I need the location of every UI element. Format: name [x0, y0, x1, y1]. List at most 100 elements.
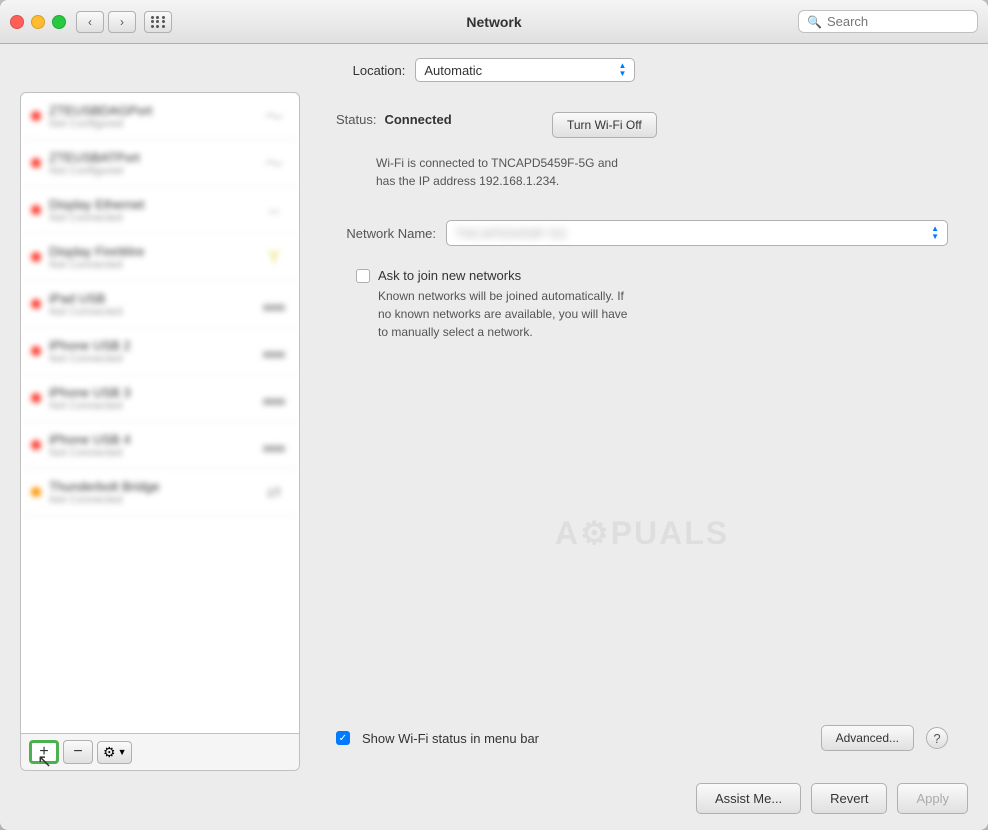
item-name: iPad USB	[49, 291, 251, 306]
status-dot	[31, 440, 41, 450]
list-item[interactable]: Display Ethernet Not Connected ⇔	[21, 187, 299, 234]
item-info: ZTEUSBDAGPort Not Configured	[49, 103, 251, 130]
chevron-down-icon: ▼	[118, 747, 127, 757]
list-item[interactable]: iPad USB Not Connected ▬	[21, 281, 299, 328]
ethernet-icon: ⇔	[259, 195, 289, 225]
show-wifi-label: Show Wi-Fi status in menu bar	[362, 731, 809, 746]
maximize-button[interactable]	[52, 15, 66, 29]
ask-join-label: Ask to join new networks	[378, 268, 521, 283]
status-dot	[31, 252, 41, 262]
item-info: Display FireWire Not Connected	[49, 244, 251, 271]
item-status: Not Connected	[49, 306, 251, 318]
back-button[interactable]: ‹	[76, 11, 104, 33]
wifi-icon: 〜	[259, 101, 289, 131]
ask-join-description: Known networks will be joined automatica…	[316, 283, 968, 351]
status-left: Status: Connected	[336, 112, 536, 127]
status-dot	[31, 487, 41, 497]
status-label: Status:	[336, 112, 376, 127]
main-content: ZTEUSBDAGPort Not Configured 〜 ZTEUSBATP…	[0, 92, 988, 771]
show-wifi-row: ✓ Show Wi-Fi status in menu bar Advanced…	[316, 715, 968, 761]
network-name-value: TNCAPD5459F-5G	[455, 226, 931, 241]
status-dot	[31, 299, 41, 309]
item-name: ZTEUSBDAGPort	[49, 103, 251, 118]
grid-button[interactable]	[144, 11, 172, 33]
status-description: Wi-Fi is connected to TNCAPD5459F-5G and…	[316, 154, 968, 200]
item-info: ZTEUSBATPort Not Configured	[49, 150, 251, 177]
item-name: Thunderbolt Bridge	[49, 479, 251, 494]
location-row: Location: Automatic ▲▼	[0, 44, 988, 92]
window-title: Network	[466, 14, 521, 30]
sidebar-toolbar: + Select the '+' button ↖ − ⚙ ▼	[21, 733, 299, 770]
titlebar: ‹ › Network 🔍	[0, 0, 988, 44]
search-box[interactable]: 🔍	[798, 10, 978, 33]
item-status: Not Connected	[49, 259, 251, 271]
add-btn-wrapper: + Select the '+' button ↖	[29, 740, 59, 764]
item-info: iPad USB Not Connected	[49, 291, 251, 318]
revert-button[interactable]: Revert	[811, 783, 887, 814]
item-info: Display Ethernet Not Connected	[49, 197, 251, 224]
watermark: A⚙PUALS	[316, 351, 968, 715]
item-name: ZTEUSBATPort	[49, 150, 251, 165]
detail-panel: Status: Connected Turn Wi-Fi Off Wi-Fi i…	[316, 92, 968, 771]
item-status: Not Connected	[49, 212, 251, 224]
status-dot	[31, 158, 41, 168]
grid-icon	[151, 16, 166, 28]
iphone-icon: ▬	[259, 430, 289, 460]
item-status: Not Connected	[49, 400, 251, 412]
sidebar-list: ZTEUSBDAGPort Not Configured 〜 ZTEUSBATP…	[21, 93, 299, 733]
network-window: ‹ › Network 🔍 Location: Automatic ▲▼	[0, 0, 988, 830]
list-item[interactable]: Thunderbolt Bridge Not Connected ⇄	[21, 469, 299, 516]
wifi-icon: 〜	[259, 148, 289, 178]
location-label: Location:	[353, 63, 406, 78]
location-value: Automatic	[424, 63, 482, 78]
traffic-lights	[10, 15, 66, 29]
network-name-select[interactable]: TNCAPD5459F-5G ▲▼	[446, 220, 948, 246]
network-settings-button[interactable]: ⚙ ▼	[97, 741, 132, 764]
gear-icon: ⚙	[103, 744, 116, 761]
list-item[interactable]: iPhone USB 3 Not Connected ▬	[21, 375, 299, 422]
item-status: Not Connected	[49, 494, 251, 506]
footer: Assist Me... Revert Apply	[0, 771, 988, 830]
select-arrows-icon: ▲▼	[618, 62, 626, 78]
search-input[interactable]	[827, 14, 969, 29]
item-status: Not Connected	[49, 447, 251, 459]
sidebar: ZTEUSBDAGPort Not Configured 〜 ZTEUSBATP…	[20, 92, 300, 771]
item-info: iPhone USB 3 Not Connected	[49, 385, 251, 412]
add-network-button[interactable]: +	[29, 740, 59, 764]
item-info: iPhone USB 2 Not Connected	[49, 338, 251, 365]
close-button[interactable]	[10, 15, 24, 29]
status-dot	[31, 346, 41, 356]
network-name-label: Network Name:	[336, 226, 436, 241]
list-item[interactable]: iPhone USB 2 Not Connected ▬	[21, 328, 299, 375]
list-item[interactable]: Display FireWire Not Connected Y	[21, 234, 299, 281]
ask-join-checkbox[interactable]	[356, 269, 370, 283]
item-name: Display FireWire	[49, 244, 251, 259]
location-select[interactable]: Automatic ▲▼	[415, 58, 635, 82]
remove-network-button[interactable]: −	[63, 740, 93, 764]
search-icon: 🔍	[807, 15, 822, 29]
list-item[interactable]: ZTEUSBATPort Not Configured 〜	[21, 140, 299, 187]
item-status: Not Configured	[49, 118, 251, 130]
show-wifi-checkbox[interactable]: ✓	[336, 731, 350, 745]
list-item[interactable]: iPhone USB 4 Not Connected ▬	[21, 422, 299, 469]
item-name: iPhone USB 2	[49, 338, 251, 353]
turn-wifi-button[interactable]: Turn Wi-Fi Off	[552, 112, 657, 138]
item-name: iPhone USB 4	[49, 432, 251, 447]
help-button[interactable]: ?	[926, 727, 948, 749]
advanced-button[interactable]: Advanced...	[821, 725, 914, 751]
minimize-button[interactable]	[31, 15, 45, 29]
apply-button[interactable]: Apply	[897, 783, 968, 814]
watermark-text: A⚙PUALS	[555, 514, 729, 552]
item-name: iPhone USB 3	[49, 385, 251, 400]
iphone-icon: ▬	[259, 383, 289, 413]
ipad-icon: ▬	[259, 289, 289, 319]
iphone-icon: ▬	[259, 336, 289, 366]
select-arrows-icon: ▲▼	[931, 225, 939, 241]
forward-button[interactable]: ›	[108, 11, 136, 33]
status-dot	[31, 111, 41, 121]
firewire-icon: Y	[259, 242, 289, 272]
list-item[interactable]: ZTEUSBDAGPort Not Configured 〜	[21, 93, 299, 140]
item-status: Not Configured	[49, 165, 251, 177]
assist-me-button[interactable]: Assist Me...	[696, 783, 801, 814]
status-value: Connected	[384, 112, 451, 127]
